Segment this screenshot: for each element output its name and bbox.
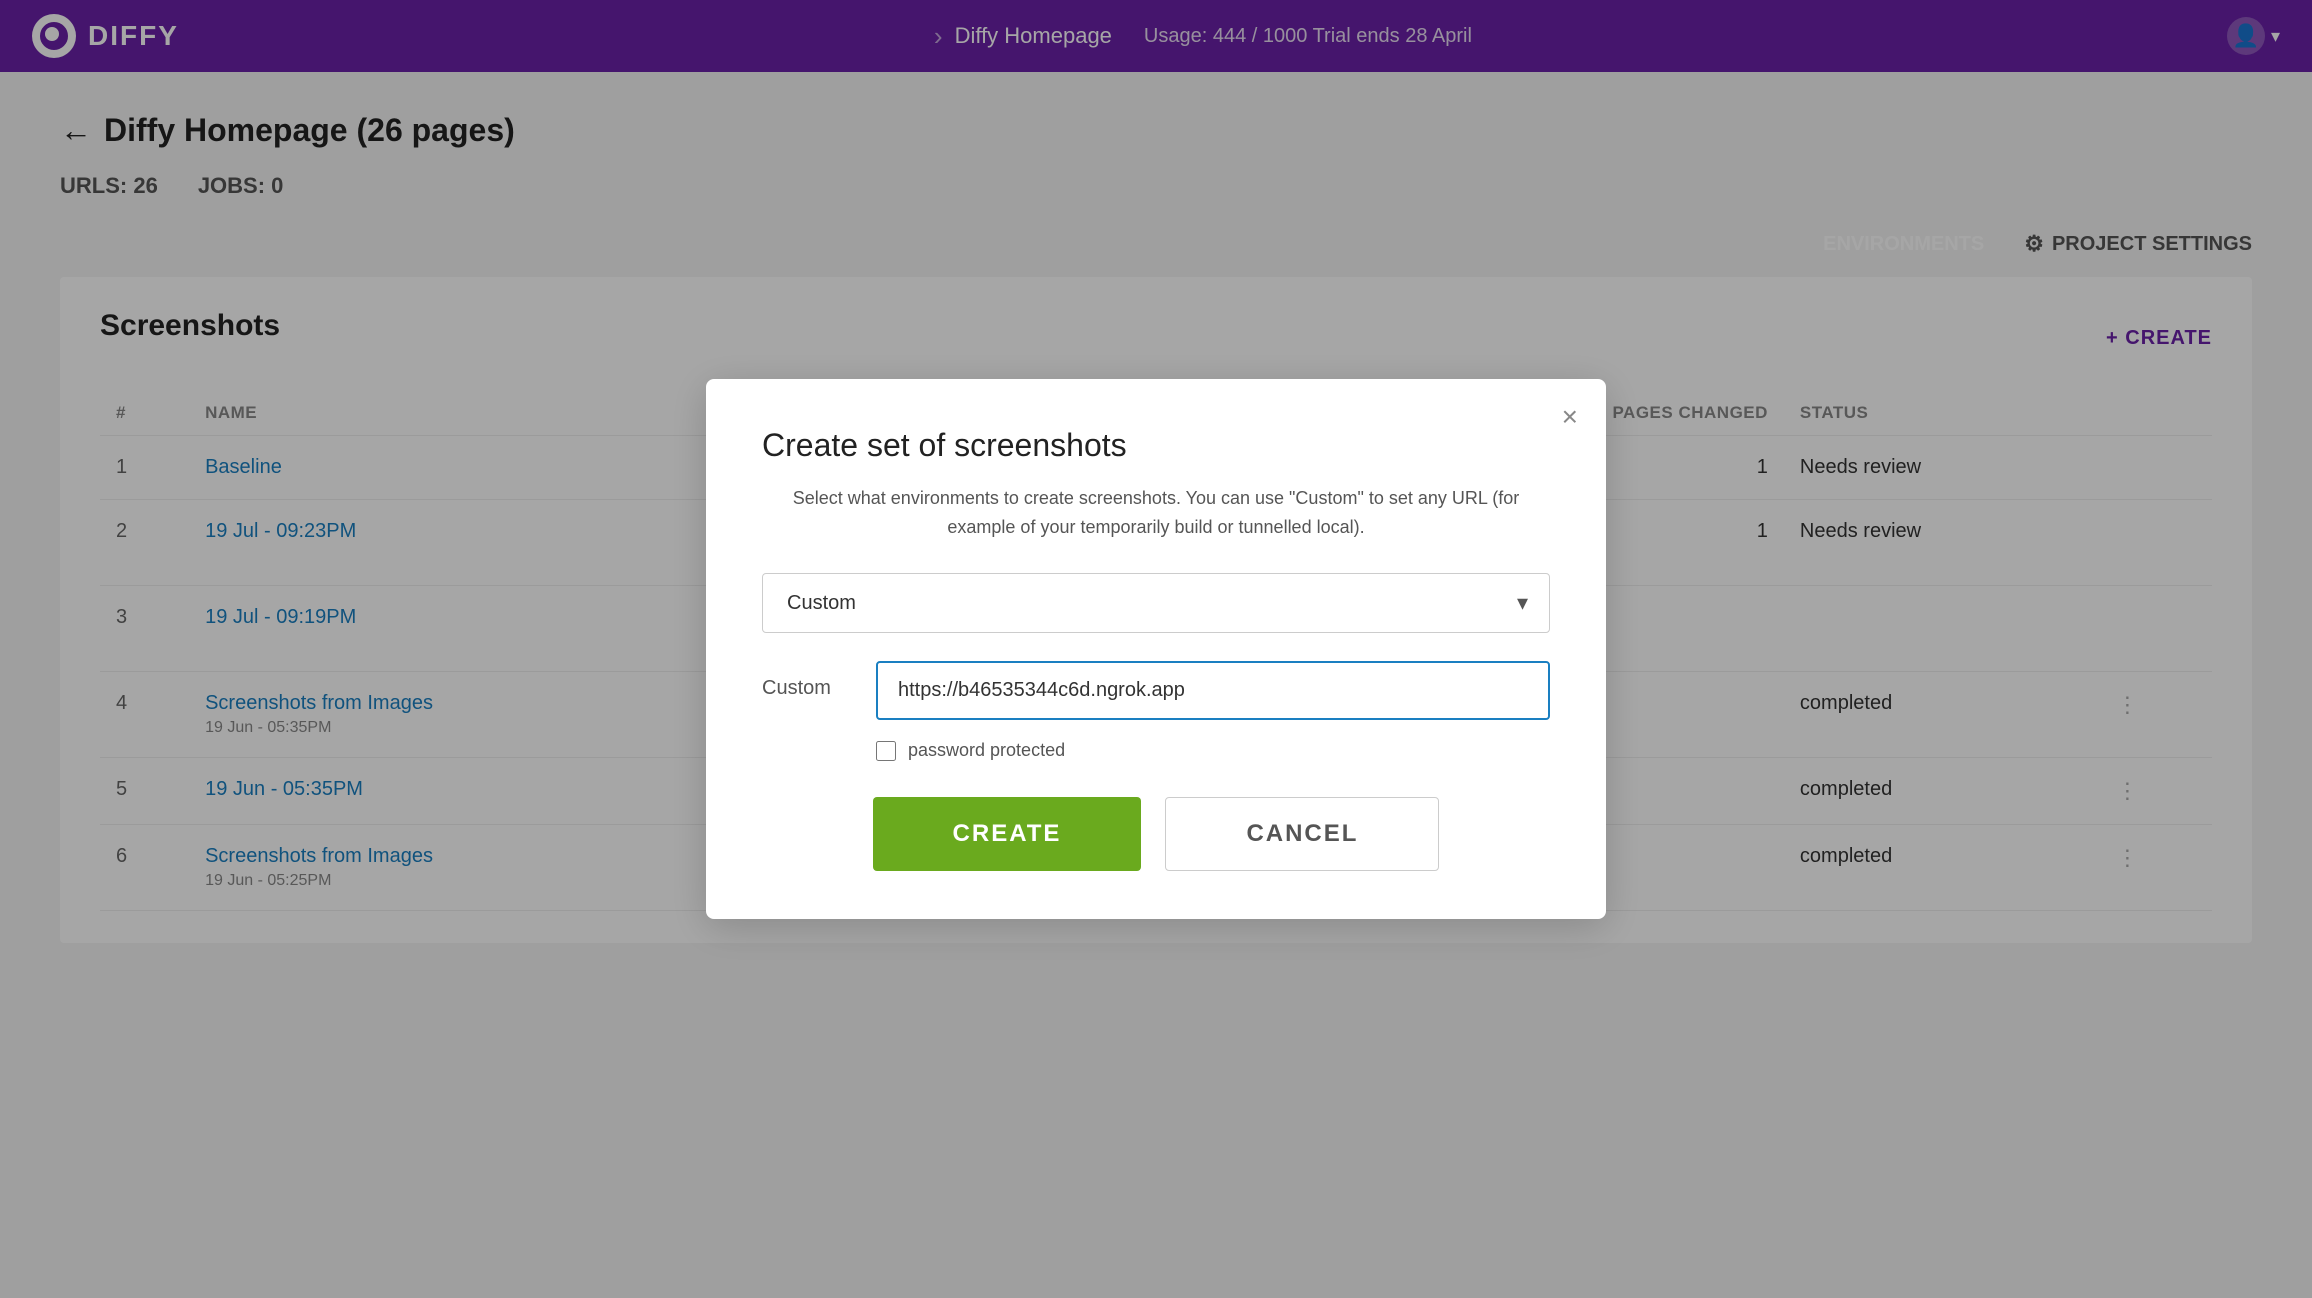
modal-description: Select what environments to create scree… [762,484,1550,542]
environment-select[interactable]: Custom Production Staging [762,573,1550,633]
custom-url-input[interactable] [876,661,1550,720]
modal-title: Create set of screenshots [762,427,1550,464]
modal-cancel-button[interactable]: CANCEL [1165,797,1439,871]
modal-create-button[interactable]: CREATE [873,797,1142,871]
password-protected-row: password protected [876,740,1550,761]
environment-select-wrapper: Custom Production Staging ▾ [762,573,1550,633]
password-protected-label: password protected [908,740,1065,761]
modal-actions: CREATE CANCEL [762,797,1550,871]
custom-url-label: Custom [762,661,852,700]
password-protected-checkbox[interactable] [876,741,896,761]
modal-close-button[interactable]: × [1562,403,1578,431]
create-screenshots-modal: × Create set of screenshots Select what … [706,379,1606,920]
modal-overlay[interactable]: × Create set of screenshots Select what … [0,0,2312,1298]
custom-url-row: Custom [762,661,1550,720]
